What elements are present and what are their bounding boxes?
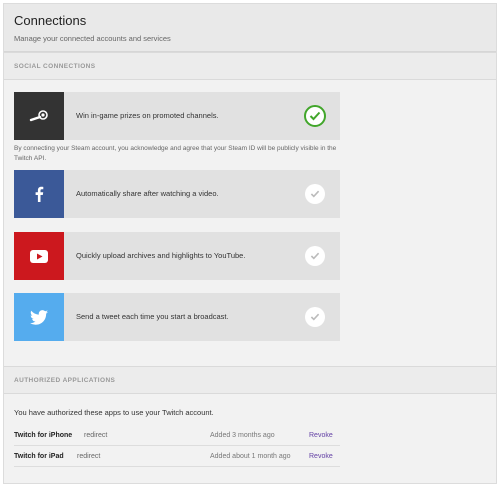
app-row: Twitch for iPhone redirect Added 3 month… [14, 425, 340, 446]
app-name: Twitch for iPad [14, 453, 64, 460]
app-row: Twitch for iPad redirect Added about 1 m… [14, 446, 340, 467]
authorized-applications-header: AUTHORIZED APPLICATIONS [4, 366, 496, 394]
facebook-icon [35, 186, 44, 202]
connection-label: Send a tweet each time you start a broad… [76, 312, 229, 321]
check-icon [310, 190, 320, 198]
connection-steam[interactable]: Win in-game prizes on promoted channels. [14, 92, 340, 140]
connection-label: Win in-game prizes on promoted channels. [76, 111, 219, 120]
connect-toggle[interactable] [305, 184, 325, 204]
connection-label: Automatically share after watching a vid… [76, 189, 219, 198]
connect-toggle[interactable] [304, 105, 326, 127]
connection-youtube[interactable]: Quickly upload archives and highlights t… [14, 232, 340, 280]
twitter-logo [14, 293, 64, 341]
page-subtitle: Manage your connected accounts and servi… [14, 34, 171, 43]
connection-facebook[interactable]: Automatically share after watching a vid… [14, 170, 340, 218]
connection-twitter[interactable]: Send a tweet each time you start a broad… [14, 293, 340, 341]
app-type: redirect [84, 432, 108, 439]
connection-label: Quickly upload archives and highlights t… [76, 251, 246, 260]
youtube-icon [30, 249, 48, 263]
connections-page: Connections Manage your connected accoun… [3, 3, 497, 484]
app-type: redirect [77, 453, 101, 460]
apps-intro: You have authorized these apps to use yo… [14, 408, 214, 417]
connect-toggle[interactable] [305, 307, 325, 327]
revoke-link[interactable]: Revoke [309, 453, 333, 460]
revoke-link[interactable]: Revoke [309, 432, 333, 439]
steam-disclaimer: By connecting your Steam account, you ac… [14, 145, 337, 162]
app-name: Twitch for iPhone [14, 432, 73, 439]
section-title: SOCIAL CONNECTIONS [14, 63, 96, 70]
check-icon [309, 111, 321, 121]
check-icon [310, 313, 320, 321]
steam-icon [29, 110, 48, 122]
app-added: Added 3 months ago [210, 432, 275, 439]
facebook-logo [14, 170, 64, 218]
twitter-icon [30, 309, 48, 325]
youtube-logo [14, 232, 64, 280]
app-added: Added about 1 month ago [210, 453, 291, 460]
section-title: AUTHORIZED APPLICATIONS [14, 377, 116, 384]
social-connections-header: SOCIAL CONNECTIONS [4, 52, 496, 80]
steam-logo [14, 92, 64, 140]
page-title: Connections [14, 13, 87, 28]
page-header: Connections Manage your connected accoun… [4, 4, 496, 52]
check-icon [310, 252, 320, 260]
connect-toggle[interactable] [305, 246, 325, 266]
